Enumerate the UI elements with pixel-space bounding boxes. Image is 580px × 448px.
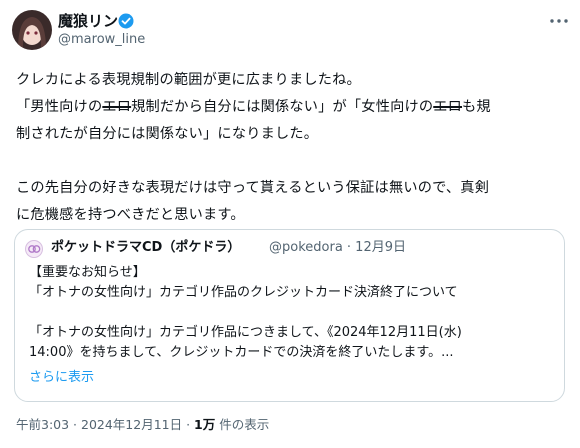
tweet-line-1: クレカによる表現規制の範囲が更に広まりましたね。: [16, 72, 361, 88]
timestamp[interactable]: 午前3:03 · 2024年12月11日 ·: [16, 417, 194, 432]
tweet-line-3: 制されたが自分には関係ない」になりました。: [16, 126, 319, 142]
quoted-handle-date: @pokedora · 12月9日: [269, 240, 406, 255]
quoted-line-1: 【重要なお知らせ】: [29, 265, 146, 280]
quoted-author-name: ポケットドラマCD（ポケドラ）: [51, 240, 241, 255]
struck-word: エロ: [433, 99, 463, 115]
quoted-text: 【重要なお知らせ】 「オトナの女性向け」カテゴリ作品のクレジットカード決済終了に…: [29, 263, 554, 363]
tweet-text: クレカによる表現規制の範囲が更に広まりましたね。 「男性向けのエロ規制だから自分…: [16, 67, 572, 229]
verified-badge-icon: [118, 13, 134, 29]
quoted-line-3: 「オトナの女性向け」カテゴリ作品につきまして、《2024年12月11日(水): [29, 325, 462, 340]
quoted-line-4: 14:00》を持ちまして、クレジットカードでの決済を終了いたします。...: [29, 345, 454, 360]
tweet-metadata: 午前3:03 · 2024年12月11日 · 1万 件の表示: [16, 416, 269, 434]
struck-word: エロ: [102, 99, 132, 115]
show-more-link[interactable]: さらに表示: [29, 369, 94, 387]
author-name[interactable]: 魔狼リン: [58, 12, 118, 30]
quoted-avatar: [25, 240, 43, 258]
views-count: 1万: [194, 417, 216, 432]
tweet-line-6: に危機感を持つべきだと思います。: [16, 207, 245, 223]
tweet-line-2c: も規: [462, 99, 491, 115]
avatar[interactable]: [12, 10, 52, 50]
quoted-tweet-card[interactable]: ポケットドラマCD（ポケドラ） @pokedora · 12月9日 【重要なお知…: [14, 229, 565, 402]
tweet-line-2b: 規制だから自分には関係ない」が「女性向けの: [131, 99, 434, 115]
quoted-line-2: 「オトナの女性向け」カテゴリ作品のクレジットカード決済終了について: [29, 285, 458, 300]
tweet-line-2a: 「男性向けの: [16, 99, 103, 115]
more-options-icon[interactable]: [548, 14, 570, 28]
author-handle[interactable]: @marow_line: [58, 32, 145, 48]
views-label: 件の表示: [215, 417, 270, 432]
tweet-line-5: この先自分の好きな表現だけは守って貰えるという保証は無いので、真剣: [16, 180, 490, 196]
